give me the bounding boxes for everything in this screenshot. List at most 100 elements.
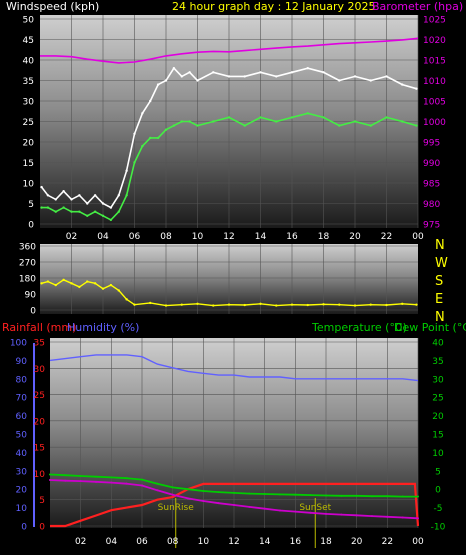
windspeed-point [78,194,81,197]
dewpoint-point [141,484,143,487]
humidity-tick-label: 70 [16,394,28,404]
windspeed-point [196,79,199,82]
rainfall-tick-label: 15 [34,444,45,454]
wind-gust-point [141,144,144,148]
x-tick-label: 04 [106,537,118,547]
wind-gust-point [164,128,168,131]
rainfall-tick-label: 35 [34,339,45,349]
windspeed-point [385,75,388,78]
dewpoint-point [171,493,174,496]
dewpoint-point [233,504,235,507]
wind-direction-point [133,303,136,306]
x-tick-label: 02 [66,232,77,242]
wind-direction-point [70,282,73,285]
windspeed-point [306,67,309,70]
temperature-point [217,491,220,494]
compass-label: N [435,238,445,253]
wind-gust-point [322,116,325,119]
wind-gust-point [172,124,176,127]
temperature-axis-label: Temperature (°C) [311,321,407,334]
x-tick-label: 22 [382,537,393,547]
x-tick-label: 00 [412,232,424,242]
barometer-tick-label: 995 [423,139,440,149]
wind-direction-point [243,303,246,307]
wind-gust-point [133,161,136,164]
temperature-tick-label: 25 [432,394,443,404]
wind-gust-point [125,194,128,197]
wind-direction-point [149,301,152,305]
humidity-tick-label: 50 [16,431,28,441]
wind-gust-point [415,124,418,127]
windspeed-point [415,87,418,90]
wind-direction-point [338,303,341,306]
barometer-tick-label: 975 [423,221,440,231]
wind-gust-point [259,116,262,119]
x-tick-label: 16 [286,232,298,242]
wind-direction-point [196,302,199,305]
barometer-tick-label: 980 [423,200,440,210]
wind-direction-point [86,280,89,283]
temperature-point [279,493,281,496]
x-tick-label: 04 [97,232,109,242]
wind-gust-point [212,120,215,123]
temperature-point [263,492,266,495]
wind-tick-label: 0 [28,221,34,231]
dewpoint-point [95,480,97,483]
wind-gust-point [156,136,160,140]
wind-direction-point [109,283,113,287]
x-tick-label: 16 [290,537,302,547]
x-tick-label: 14 [259,537,271,547]
wind-direction-point [40,282,43,285]
chart-title: 24 hour graph day : 12 January 2025 [172,0,376,13]
temperature-tick-label: 10 [432,449,444,459]
x-tick-label: 22 [381,232,392,242]
barometer-tick-label: 985 [423,180,440,190]
x-tick-label: 12 [223,232,234,242]
windspeed-point [338,79,341,82]
rainfall-tick-label: 10 [34,470,46,480]
temperature-tick-label: 0 [435,486,441,496]
barometer-tick-label: 1005 [423,98,446,108]
wind-gust-point [243,124,246,127]
barometer-axis-label: Barometer (hpa) [372,0,463,13]
x-tick-label: 08 [167,537,179,547]
wind-tick-label: 45 [23,36,34,46]
dewpoint-point [355,514,358,517]
dewpoint-point [217,502,220,505]
temperature-point [202,490,205,493]
windspeed-point [180,75,183,78]
wind-gust-point [54,210,57,213]
windspeed-point [133,132,136,135]
windspeed-point [54,198,57,201]
wind-direction-point [259,302,262,305]
temperature-point [64,474,67,477]
temperature-point [401,495,404,498]
wind-gust-point [93,210,97,213]
wind-tick-label: 30 [23,98,35,108]
temperature-tick-label: 30 [432,375,444,385]
windspeed-point [212,71,215,74]
x-tick-label: 10 [192,232,204,242]
temperature-point [294,493,297,496]
temperature-point [49,473,51,476]
dewpoint-point [294,510,297,513]
x-tick-label: 06 [136,537,148,547]
wind-direction-point [227,303,231,306]
wind-gust-point [188,120,191,123]
wind-direction-point [125,298,128,301]
temperature-point [340,494,343,497]
wind-gust-point [290,116,294,119]
windspeed-point [156,83,160,86]
rainfall-tick-label: 30 [34,365,46,375]
humidity-tick-label: 40 [16,449,28,459]
windspeed-point [275,75,278,78]
temperature-point [125,477,128,480]
wind-tick-label: 15 [23,159,34,169]
wind-tick-label: 5 [28,200,34,210]
wind-direction-point [369,303,372,306]
wind-gust-point [338,124,341,127]
wind-gust-point [227,116,231,119]
windspeed-point [149,99,152,103]
direction-tick-label: 180 [19,275,36,285]
wind-gust-point [117,210,120,213]
